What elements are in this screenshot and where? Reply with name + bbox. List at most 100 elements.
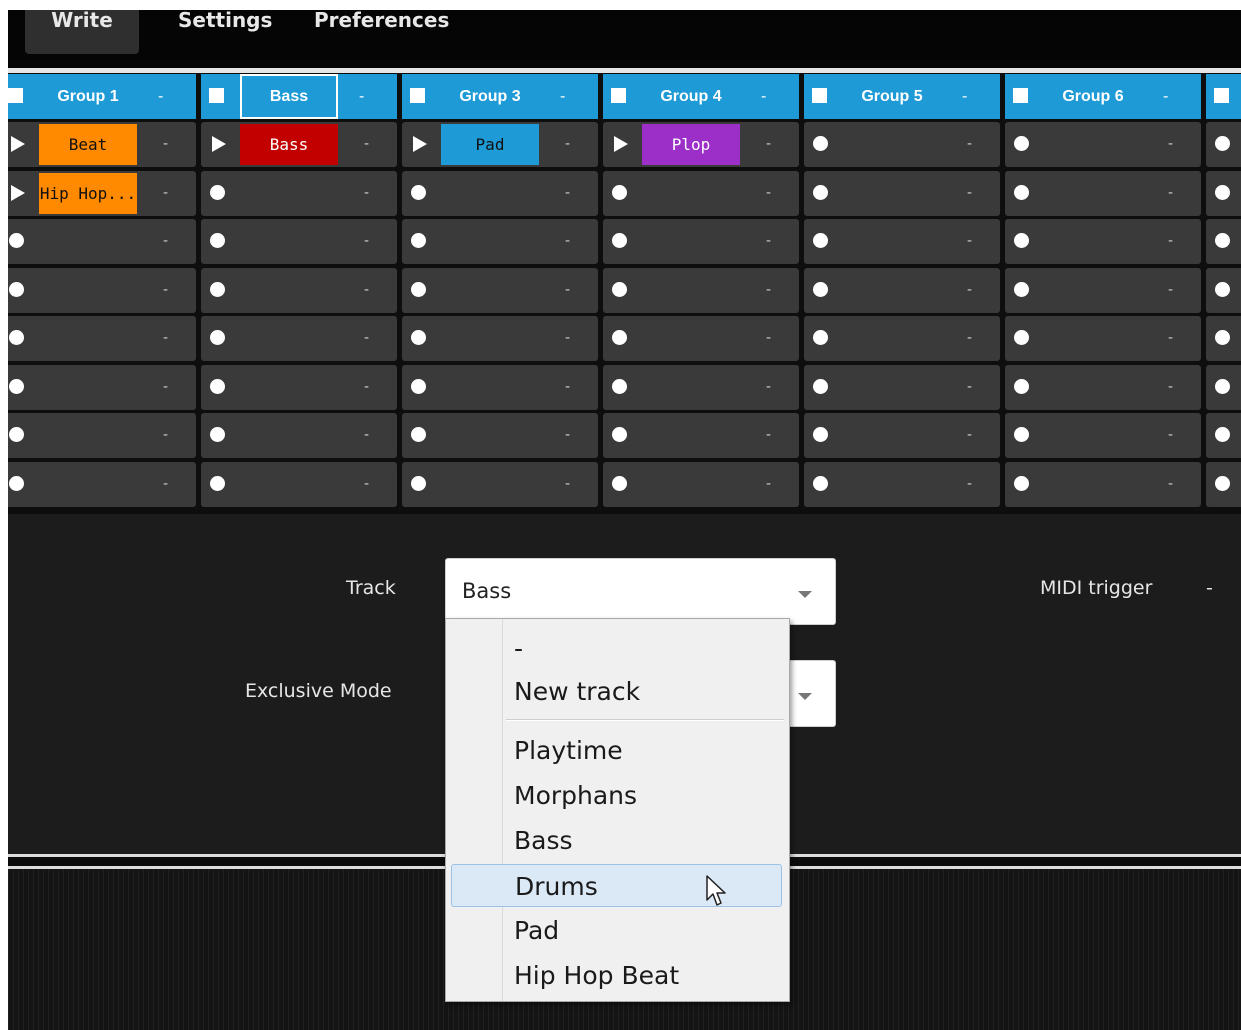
menu-preferences[interactable]: Preferences: [314, 10, 449, 54]
record-icon[interactable]: [813, 330, 828, 345]
group-header[interactable]: Group 6 -: [1005, 74, 1201, 119]
record-icon[interactable]: [1014, 330, 1029, 345]
record-icon[interactable]: [1215, 233, 1230, 248]
record-icon[interactable]: [612, 184, 627, 200]
clip-slot[interactable]: -: [201, 413, 397, 458]
clip-slot[interactable]: -: [8, 413, 196, 458]
record-icon[interactable]: [411, 330, 426, 345]
clip-slot[interactable]: -: [8, 219, 196, 264]
record-icon[interactable]: [9, 378, 24, 394]
group-name[interactable]: Group 5: [843, 74, 941, 119]
record-icon[interactable]: [813, 233, 828, 248]
clip-slot[interactable]: -: [402, 413, 598, 458]
play-icon[interactable]: [11, 184, 25, 201]
dropdown-option-new-track[interactable]: New track: [451, 670, 782, 713]
dropdown-option[interactable]: Pad: [451, 909, 782, 952]
record-icon[interactable]: [411, 184, 426, 200]
dropdown-option[interactable]: Morphans: [451, 774, 782, 817]
play-icon[interactable]: [212, 136, 226, 152]
clip-slot[interactable]: -: [603, 413, 799, 458]
record-icon[interactable]: [210, 184, 225, 200]
clip-slot[interactable]: -: [804, 170, 1000, 216]
group-name[interactable]: Group 3: [441, 74, 539, 119]
clip-slot[interactable]: -: [402, 316, 598, 361]
record-icon[interactable]: [1014, 184, 1029, 200]
group-name[interactable]: Group 1: [39, 74, 137, 119]
dropdown-option[interactable]: Playtime: [451, 729, 782, 772]
menu-write[interactable]: Write: [25, 10, 139, 54]
dropdown-option[interactable]: Bass: [451, 819, 782, 862]
clip-slot[interactable]: -: [804, 413, 1000, 458]
clip-slot[interactable]: -: [1005, 122, 1201, 167]
clip[interactable]: Bass: [240, 124, 338, 165]
record-icon[interactable]: [1014, 475, 1029, 491]
clip-slot[interactable]: [1206, 267, 1241, 313]
clip-slot[interactable]: -: [201, 170, 397, 216]
clip-slot[interactable]: -: [603, 219, 799, 264]
clip[interactable]: Beat: [39, 124, 137, 165]
clip-slot[interactable]: -: [402, 267, 598, 313]
clip-slot[interactable]: [1206, 461, 1241, 507]
clip-slot[interactable]: [1206, 364, 1241, 410]
dropdown-option[interactable]: Hip Hop Beat: [451, 954, 782, 997]
record-icon[interactable]: [9, 330, 24, 345]
group-name[interactable]: Group 4: [642, 74, 740, 119]
record-icon[interactable]: [210, 378, 225, 394]
group-header[interactable]: Group 4 -: [603, 74, 799, 119]
clip[interactable]: Hip Hop...: [39, 172, 137, 214]
clip-slot[interactable]: -: [1005, 364, 1201, 410]
record-icon[interactable]: [813, 136, 828, 151]
dropdown-option[interactable]: Drums: [451, 864, 782, 907]
clip-slot[interactable]: -: [1005, 267, 1201, 313]
group-checkbox[interactable]: [8, 88, 23, 103]
clip-slot[interactable]: Beat -: [8, 122, 196, 167]
group-header[interactable]: Bass -: [201, 74, 397, 119]
record-icon[interactable]: [411, 475, 426, 491]
record-icon[interactable]: [1215, 427, 1230, 442]
clip-slot[interactable]: -: [603, 170, 799, 216]
record-icon[interactable]: [612, 281, 627, 297]
clip-slot[interactable]: [1206, 170, 1241, 216]
clip-slot[interactable]: -: [8, 267, 196, 313]
clip-slot[interactable]: -: [8, 316, 196, 361]
clip[interactable]: Plop: [642, 124, 740, 165]
clip[interactable]: Pad: [441, 124, 539, 165]
record-icon[interactable]: [411, 281, 426, 297]
record-icon[interactable]: [1014, 378, 1029, 394]
clip-slot[interactable]: -: [1005, 413, 1201, 458]
clip-slot[interactable]: [1206, 122, 1241, 167]
record-icon[interactable]: [612, 427, 627, 442]
clip-slot[interactable]: -: [1005, 461, 1201, 507]
group-name[interactable]: Group 6: [1044, 74, 1142, 119]
record-icon[interactable]: [1014, 427, 1029, 442]
clip-slot[interactable]: Pad -: [402, 122, 598, 167]
clip-slot[interactable]: -: [8, 461, 196, 507]
clip-slot[interactable]: -: [201, 364, 397, 410]
clip-slot[interactable]: -: [1005, 219, 1201, 264]
group-header[interactable]: Group 5 -: [804, 74, 1000, 119]
clip-slot[interactable]: Bass -: [201, 122, 397, 167]
group-header[interactable]: Group 3 -: [402, 74, 598, 119]
record-icon[interactable]: [1215, 281, 1230, 297]
record-icon[interactable]: [612, 233, 627, 248]
clip-slot[interactable]: -: [402, 170, 598, 216]
clip-slot[interactable]: -: [201, 461, 397, 507]
play-icon[interactable]: [11, 136, 25, 152]
group-name[interactable]: Bass: [240, 74, 338, 119]
record-icon[interactable]: [9, 281, 24, 297]
clip-slot[interactable]: Hip Hop... -: [8, 170, 196, 216]
clip-slot[interactable]: Plop -: [603, 122, 799, 167]
record-icon[interactable]: [9, 233, 24, 248]
record-icon[interactable]: [612, 475, 627, 491]
menu-settings[interactable]: Settings: [178, 10, 272, 54]
record-icon[interactable]: [9, 427, 24, 442]
record-icon[interactable]: [813, 281, 828, 297]
record-icon[interactable]: [210, 281, 225, 297]
record-icon[interactable]: [1215, 330, 1230, 345]
clip-slot[interactable]: -: [402, 461, 598, 507]
clip-slot[interactable]: [1206, 219, 1241, 264]
clip-slot[interactable]: -: [603, 364, 799, 410]
clip-slot[interactable]: -: [804, 267, 1000, 313]
record-icon[interactable]: [1215, 378, 1230, 394]
clip-slot[interactable]: -: [603, 267, 799, 313]
